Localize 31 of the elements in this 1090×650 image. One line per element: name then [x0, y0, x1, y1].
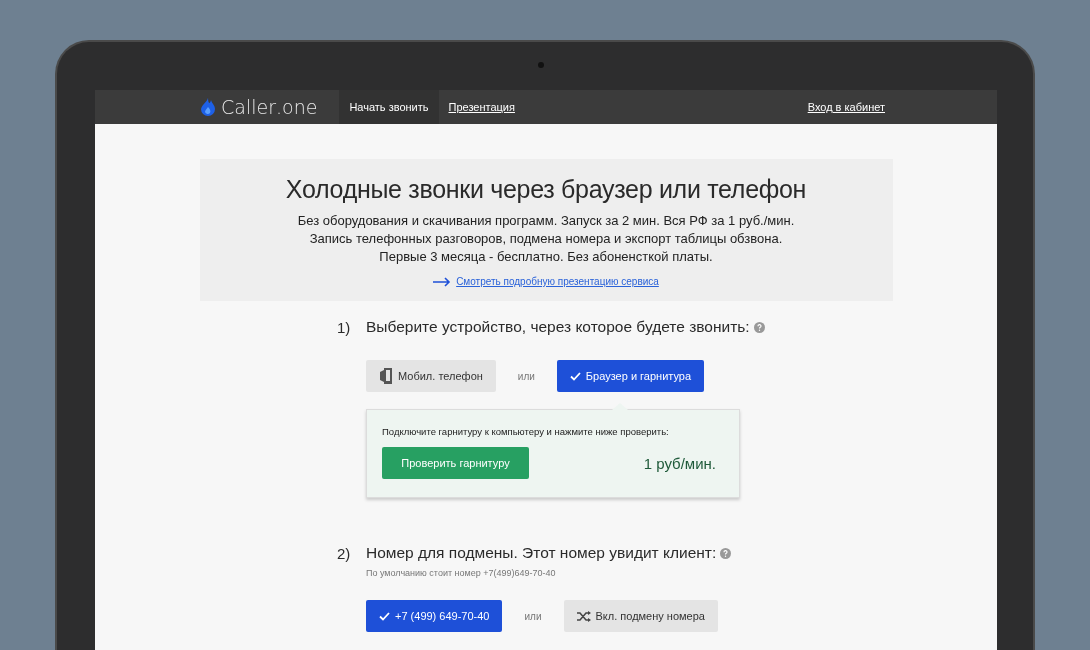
- step-title: Номер для подмены. Этот номер увидит клиент:: [366, 544, 717, 562]
- nav-link[interactable]: Презентация: [438, 90, 525, 124]
- or-text: или: [524, 610, 542, 622]
- nav-link[interactable]: Начать звонить: [339, 90, 439, 124]
- step-title: Выберите устройство, через которое будете звонить:: [366, 318, 750, 336]
- arrow-icon: [433, 276, 452, 287]
- help-icon[interactable]: [720, 547, 732, 559]
- option-button[interactable]: Мобил. телефон: [366, 360, 496, 392]
- step-hint: По умолчанию стоит номер +7(499)649-70-40: [366, 568, 557, 578]
- flame-icon: [199, 96, 217, 118]
- login-link[interactable]: Вход в кабинет: [807, 90, 885, 124]
- hero-text: Первые 3 месяца - бесплатно. Без абоненсткой платы.: [379, 248, 713, 266]
- option-button[interactable]: +7 (499) 649-70-40: [366, 600, 503, 632]
- help-icon[interactable]: [753, 321, 765, 333]
- camera-dot: [538, 62, 544, 68]
- check-icon: [379, 611, 390, 621]
- hero-title: Холодные звонки через браузер или телефон: [285, 175, 807, 204]
- hero-text: Без оборудования и скачивания программ. Запуск за 2 мин. Вся РФ за 1 руб./мин.: [297, 212, 795, 230]
- phone-icon: [379, 368, 393, 384]
- check-icon: [569, 371, 581, 381]
- or-text: или: [517, 370, 535, 382]
- step-number: 2): [337, 544, 352, 562]
- logo-text[interactable]: Caller.one: [221, 96, 318, 118]
- option-button[interactable]: Браузер и гарнитура: [556, 360, 705, 392]
- hero-text: Запись телефонных разговоров, подмена номера и экспорт таблицы обзвона.: [309, 230, 783, 248]
- price-text: 1 руб/мин.: [643, 454, 716, 472]
- shuffle-icon: [576, 610, 591, 622]
- presentation-link[interactable]: Смотреть подробную презентацию сервиса: [456, 276, 659, 287]
- panel-text: Подключите гарнитуру к компьютеру и нажмите ниже проверить:: [382, 426, 670, 437]
- step-number: 1): [337, 318, 352, 336]
- option-button[interactable]: Вкл. подмену номера: [563, 600, 718, 632]
